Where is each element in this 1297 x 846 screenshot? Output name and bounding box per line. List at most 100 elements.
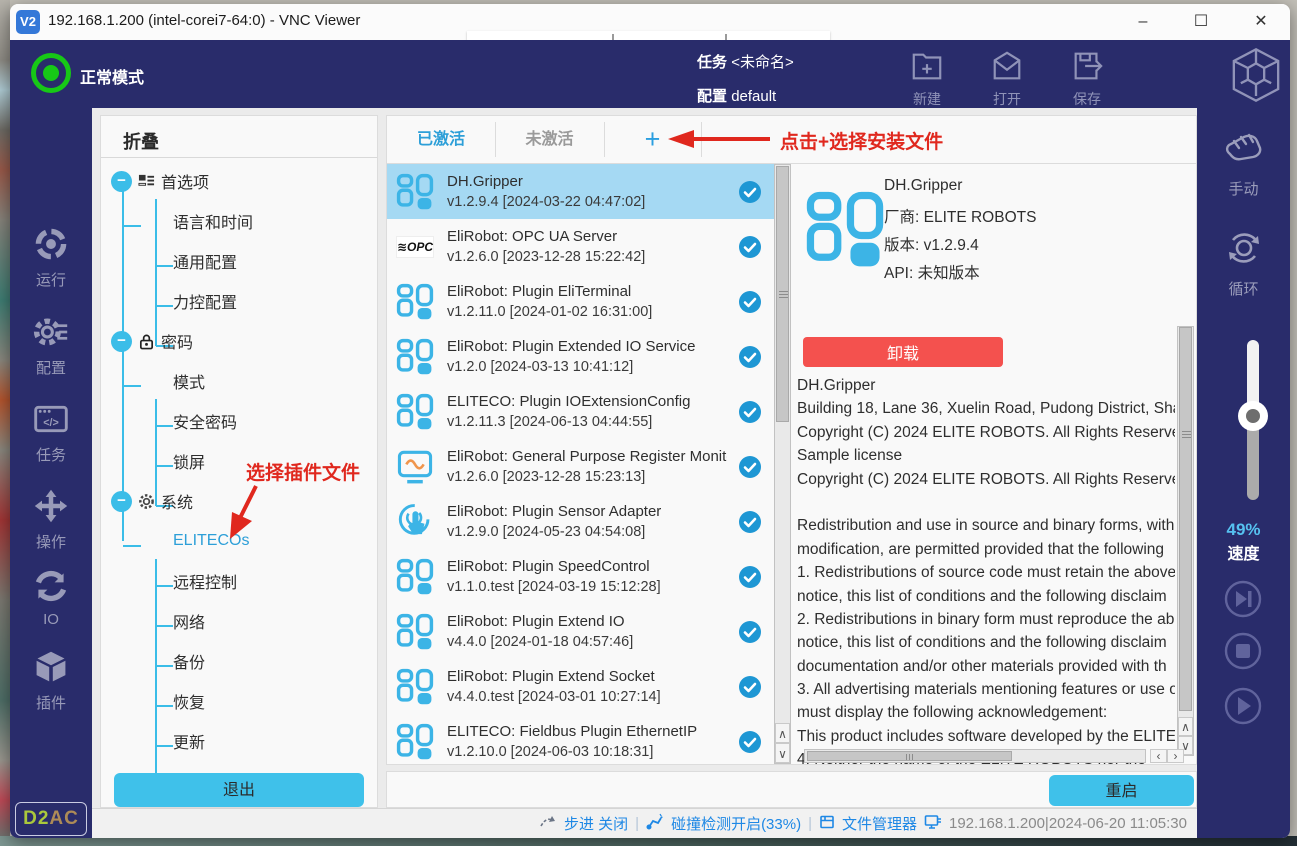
step-icon [539,814,557,834]
scroll-left-icon[interactable]: ‹ [1150,749,1167,763]
check-icon[interactable] [738,235,762,259]
plugin-list-item[interactable]: EliRobot: Plugin Extended IO Servicev1.2… [387,329,774,384]
action-label: 新建 [892,89,962,109]
tree-item-safety-password[interactable]: 安全密码 [101,401,377,441]
scrollbar-thumb[interactable] [776,166,789,422]
plugin-name: EliRobot: OPC UA Server [447,228,727,245]
tree-item-lock-screen[interactable]: 锁屏 [101,441,377,481]
plugin-list-item[interactable]: EliRobot: Plugin Sensor Adapterv1.2.9.0 … [387,494,774,549]
check-icon[interactable] [738,675,762,699]
collapse-toggle-icon[interactable]: − [111,491,132,512]
check-icon[interactable] [738,180,762,204]
sidebar-item-plugin[interactable]: 插件 [10,649,92,713]
plugin-list-item[interactable]: ELITECO: Fieldbus Plugin EthernetIPv1.2.… [387,714,774,764]
check-icon[interactable] [738,290,762,314]
scrollbar-thumb[interactable] [807,751,1012,761]
exit-button[interactable]: 退出 [114,773,364,807]
maximize-button[interactable]: ☐ [1178,4,1224,40]
plugin-list-scrollbar[interactable]: ∧ ∨ [774,164,791,764]
task-row: 任务 <未命名> [697,51,794,72]
tree-item-language-time[interactable]: 语言和时间 [101,201,377,241]
minimize-button[interactable]: – [1120,4,1166,40]
detail-vertical-scrollbar[interactable]: ∧ ∨ [1177,326,1194,756]
sidebar-item-task[interactable]: </>任务 [10,401,92,465]
tab-deactivated[interactable]: 未激活 [495,116,604,163]
collapse-toggle-icon[interactable]: − [111,331,132,352]
plugin-name: EliRobot: General Purpose Register Monit… [447,448,727,465]
tree-item-force-config[interactable]: 力控配置 [101,281,377,321]
plugin-list-item[interactable]: EliRobot: Plugin SpeedControlv1.1.0.test… [387,549,774,604]
sidebar-item-label: IO [10,611,92,628]
scroll-right-icon[interactable]: › [1167,749,1184,763]
sidebar-item-run[interactable]: 运行 [10,226,92,290]
tree-item-restore[interactable]: 恢复 [101,681,377,721]
license-line: DH.Gripper [797,374,1175,397]
play-button[interactable] [1222,685,1264,727]
plugin-name: EliRobot: Plugin SpeedControl [447,558,727,575]
step-forward-button[interactable] [1222,578,1264,620]
check-icon[interactable] [738,455,762,479]
tree-item-elitecos[interactable]: ELITECOs [101,521,377,561]
plugin-list-item[interactable]: DH.Gripperv1.2.9.4 [2024-03-22 04:47:02] [387,164,774,219]
step-status[interactable]: 步进 关闭 [564,813,628,834]
tab-activated[interactable]: 已激活 [387,116,495,163]
loop-mode-button[interactable]: 循环 [1197,226,1290,299]
tree-item-password[interactable]: −密码 [101,321,377,361]
tree-item-backup[interactable]: 备份 [101,641,377,681]
plugin-list-item[interactable]: ELITECO: Plugin IOExtensionConfigv1.2.11… [387,384,774,439]
plugin-list: DH.Gripperv1.2.9.4 [2024-03-22 04:47:02]… [387,164,774,764]
plugin-detail-panel: DH.Gripper 厂商: ELITE ROBOTS 版本: v1.2.9.4… [792,164,1196,764]
grid-plugin-icon [396,338,434,376]
move-icon [10,488,92,529]
check-icon[interactable] [738,620,762,644]
sidebar-item-io[interactable]: IO [10,568,92,628]
save-button[interactable]: 保存 [1052,49,1122,109]
check-icon[interactable] [738,730,762,754]
footer-bar: 重启 [386,771,1197,808]
tree-item-mode[interactable]: 模式 [101,361,377,401]
scroll-up-icon[interactable]: ∧ [775,723,790,743]
d2ac-badge[interactable]: D2AC [15,802,87,836]
close-button[interactable]: ✕ [1238,4,1284,40]
check-icon[interactable] [738,400,762,424]
collision-status[interactable]: 碰撞检测开启(33%) [671,813,801,834]
plugin-list-item[interactable]: EliRobot: Plugin Extend Socketv4.4.0.tes… [387,659,774,714]
uninstall-button[interactable]: 卸载 [803,337,1003,367]
tree-item-network[interactable]: 网络 [101,601,377,641]
plugin-list-item[interactable]: EliRobot: Plugin Extend IOv4.4.0 [2024-0… [387,604,774,659]
detail-horizontal-scrollbar[interactable] [804,749,1146,763]
tree-item-system[interactable]: −系统 [101,481,377,521]
tree-item-preferences[interactable]: −首选项 [101,161,377,201]
save-icon [1052,49,1122,88]
speed-slider-knob[interactable] [1238,401,1268,431]
tree-item-remote-control[interactable]: 远程控制 [101,561,377,601]
vnc-viewer-window: V2 192.168.1.200 (intel-corei7-64:0) - V… [10,4,1290,838]
tree-item-update[interactable]: 更新 [101,721,377,761]
plugin-list-item[interactable]: EliRobot: General Purpose Register Monit… [387,439,774,494]
manual-mode-button[interactable]: 手动 [1197,130,1290,199]
plugin-list-item[interactable]: EliRobot: Plugin EliTerminalv1.2.11.0 [2… [387,274,774,329]
tree-item-label: 模式 [173,369,205,393]
speed-label: 速度 [1197,540,1290,564]
plugin-list-item[interactable]: ≋OPCEliRobot: OPC UA Serverv1.2.6.0 [202… [387,219,774,274]
sidebar-item-operate[interactable]: 操作 [10,488,92,552]
add-plugin-button[interactable]: + [604,116,701,163]
sidebar-item-config[interactable]: 配置 [10,314,92,378]
grid-plugin-icon [396,173,434,211]
check-icon[interactable] [738,345,762,369]
stop-button[interactable] [1222,630,1264,672]
check-icon[interactable] [738,510,762,534]
detail-version: 版本: v1.2.9.4 [884,233,979,255]
check-icon[interactable] [738,565,762,589]
plugin-name: EliRobot: Plugin Sensor Adapter [447,503,727,520]
new-button[interactable]: 新建 [892,49,962,109]
open-button[interactable]: 打开 [972,49,1042,109]
scroll-down-icon[interactable]: ∨ [775,743,790,763]
plugin-version: v1.2.11.3 [2024-06-13 04:44:55] [447,414,727,430]
restart-button[interactable]: 重启 [1049,775,1194,806]
tree-item-general-config[interactable]: 通用配置 [101,241,377,281]
collapse-toggle-icon[interactable]: − [111,171,132,192]
scrollbar-thumb[interactable] [1179,327,1192,711]
file-manager-link[interactable]: 文件管理器 [842,813,917,834]
scroll-up-icon[interactable]: ∧ [1178,717,1193,736]
